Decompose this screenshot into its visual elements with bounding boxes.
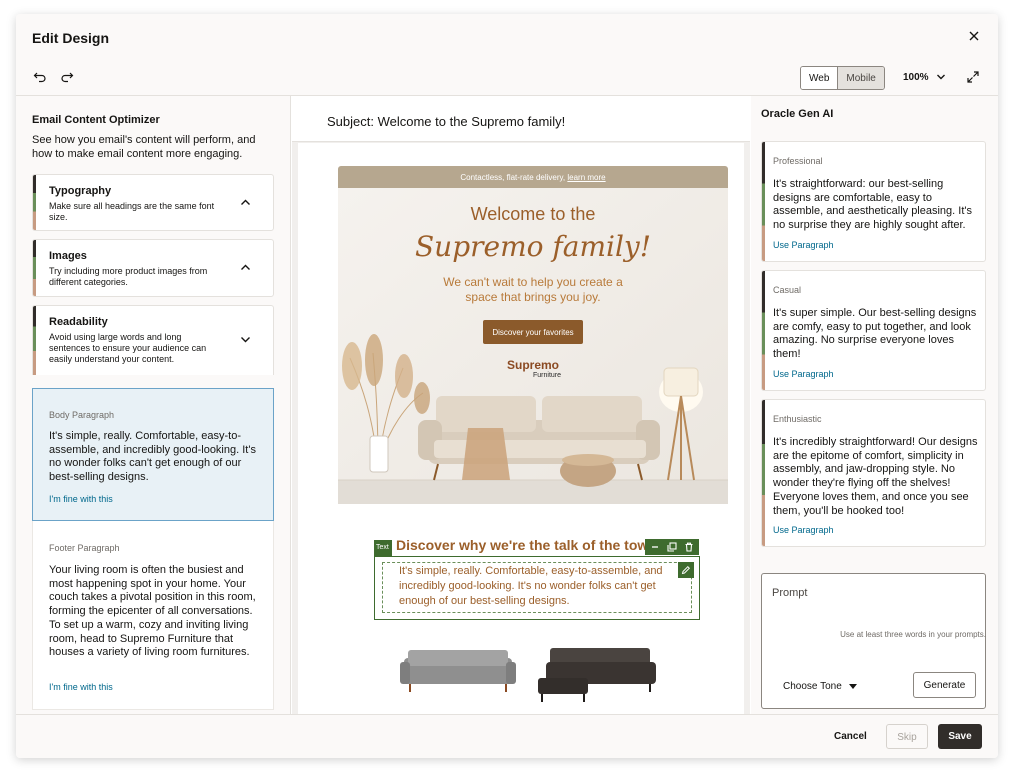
email-preview-panel: Subject: Welcome to the Supremo family! … <box>292 96 750 714</box>
card-title: Images <box>49 250 87 262</box>
grey-sofa-image <box>400 650 516 692</box>
web-view-button[interactable]: Web <box>801 67 838 89</box>
suggestion-text: It's straightforward: our best-selling d… <box>773 178 972 232</box>
use-paragraph-link[interactable]: Use Paragraph <box>773 525 834 535</box>
score-stripe <box>762 271 765 390</box>
images-card[interactable]: Images Try including more product images… <box>32 239 274 297</box>
delivery-banner: Contactless, flat-rate delivery, learn m… <box>338 166 728 188</box>
subject-bar: Subject: Welcome to the Supremo family! <box>292 96 750 142</box>
cancel-button[interactable]: Cancel <box>834 731 867 742</box>
section-title[interactable]: Discover why we're the talk of the town <box>396 537 657 553</box>
save-button[interactable]: Save <box>938 724 982 749</box>
banner-text: Contactless, flat-rate delivery, <box>460 173 566 182</box>
edit-design-dialog: Edit Design Web Mobile 100% Email Conten… <box>16 14 998 758</box>
hero-heading-line1: Welcome to the <box>470 204 596 224</box>
email-content-optimizer-panel: Email Content Optimizer See how you emai… <box>16 96 291 714</box>
card-title: Readability <box>49 316 108 328</box>
suggestion-tone: Enthusiastic <box>773 414 822 424</box>
mobile-view-button[interactable]: Mobile <box>837 67 884 89</box>
block-toolbar <box>645 539 699 555</box>
suggestion-tone: Casual <box>773 285 802 295</box>
pencil-icon <box>681 565 691 575</box>
footer-paragraph-suggestion[interactable]: Footer Paragraph Your living room is oft… <box>32 521 274 710</box>
card-description: Try including more product images from d… <box>49 266 208 287</box>
hero-heading-line2: Supremo family! <box>415 230 651 263</box>
choose-tone-select[interactable]: Choose Tone <box>783 681 842 692</box>
chevron-up-icon[interactable] <box>240 197 251 208</box>
suggestion-text: It's super simple. Our best-selling desi… <box>773 307 977 361</box>
expand-icon[interactable] <box>966 70 980 84</box>
edit-block-button[interactable] <box>678 562 694 578</box>
prompt-textarea[interactable]: Prompt Choose Tone Generate <box>761 573 986 709</box>
view-toggle: Web Mobile <box>800 66 885 90</box>
text-block-label: Text <box>374 540 392 556</box>
dialog-footer: Cancel Skip Save <box>16 714 998 758</box>
chevron-down-icon[interactable] <box>240 334 251 345</box>
email-body: Contactless, flat-rate delivery, learn m… <box>338 166 728 714</box>
score-stripe <box>33 240 36 296</box>
paragraph-label: Footer Paragraph <box>49 543 120 553</box>
trash-icon[interactable] <box>684 542 694 552</box>
fine-with-this-link[interactable]: I'm fine with this <box>49 682 113 692</box>
optimizer-description: See how you email's content will perform… <box>32 134 256 160</box>
readability-card[interactable]: Readability Avoid using large words and … <box>32 305 274 375</box>
zoom-select[interactable]: 100% <box>903 72 929 83</box>
minimize-icon[interactable] <box>650 542 660 552</box>
skip-button[interactable]: Skip <box>886 724 928 749</box>
suggestion-card-enthusiastic[interactable]: Enthusiastic It's incredibly straightfor… <box>761 399 986 547</box>
dialog-header: Edit Design <box>16 14 998 60</box>
product-images <box>400 648 656 702</box>
use-paragraph-link[interactable]: Use Paragraph <box>773 240 834 250</box>
toolbar: Web Mobile 100% <box>16 60 998 96</box>
close-icon[interactable] <box>966 28 982 44</box>
score-stripe <box>762 142 765 261</box>
suggestion-card-casual[interactable]: Casual It's super simple. Our best-selli… <box>761 270 986 391</box>
prompt-placeholder: Prompt <box>772 587 808 599</box>
paragraph-text: It's simple, really. Comfortable, easy-t… <box>49 430 256 484</box>
hero-subheading: We can't wait to help you create a space… <box>443 275 623 304</box>
email-canvas: Contactless, flat-rate delivery, learn m… <box>298 143 744 714</box>
dialog-title: Edit Design <box>32 30 110 46</box>
discover-favorites-button[interactable]: Discover your favorites <box>483 320 583 344</box>
suggestion-tone: Professional <box>773 156 823 166</box>
typography-card[interactable]: Typography Make sure all headings are th… <box>32 174 274 231</box>
card-description: Avoid using large words and long sentenc… <box>49 332 207 364</box>
body-paragraph-suggestion[interactable]: Body Paragraph It's simple, really. Comf… <box>32 388 274 521</box>
oracle-gen-ai-panel: Oracle Gen AI Professional It's straight… <box>751 96 998 714</box>
paragraph-text: Your living room is often the busiest an… <box>49 564 256 659</box>
optimizer-title: Email Content Optimizer <box>32 114 160 126</box>
chevron-up-icon[interactable] <box>240 262 251 273</box>
generate-button[interactable]: Generate <box>913 672 976 698</box>
paragraph-label: Body Paragraph <box>49 410 115 420</box>
undo-icon[interactable] <box>33 70 47 84</box>
score-stripe <box>762 400 765 546</box>
card-title: Typography <box>49 185 112 197</box>
redo-icon[interactable] <box>60 70 74 84</box>
fine-with-this-link[interactable]: I'm fine with this <box>49 494 113 504</box>
suggestion-card-professional[interactable]: Professional It's straightforward: our b… <box>761 141 986 262</box>
chevron-down-icon[interactable] <box>936 72 946 82</box>
caret-down-icon[interactable] <box>849 684 857 689</box>
card-description: Make sure all headings are the same font… <box>49 201 215 222</box>
gen-ai-title: Oracle Gen AI <box>761 108 834 120</box>
learn-more-link[interactable]: learn more <box>567 173 605 182</box>
hero-section[interactable]: Welcome to the Supremo family! We can't … <box>338 188 728 504</box>
use-paragraph-link[interactable]: Use Paragraph <box>773 369 834 379</box>
score-stripe <box>33 175 36 230</box>
prompt-hint: Use at least three words in your prompts… <box>840 630 986 639</box>
section-text[interactable]: It's simple, really. Comfortable, easy-t… <box>399 564 674 609</box>
email-subject: Subject: Welcome to the Supremo family! <box>327 114 566 129</box>
dark-sectional-sofa-image <box>538 648 656 702</box>
supremo-logo: Supremo <box>506 358 559 372</box>
suggestion-text: It's incredibly straightforward! Our des… <box>773 436 978 517</box>
score-stripe <box>33 306 36 375</box>
supremo-logo-subtitle: Furniture <box>533 372 562 379</box>
duplicate-icon[interactable] <box>667 542 677 552</box>
